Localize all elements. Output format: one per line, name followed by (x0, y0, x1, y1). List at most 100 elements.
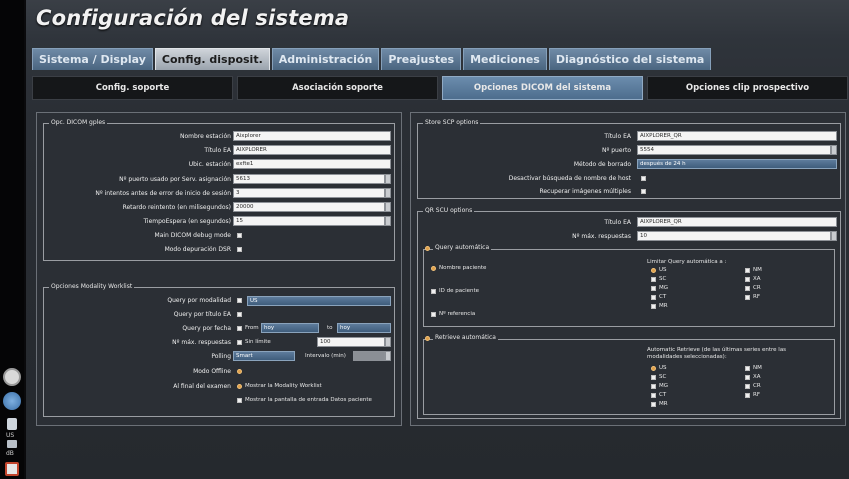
tab-sistema-display[interactable]: Sistema / Display (32, 48, 153, 70)
qa-mr-checkbox[interactable] (651, 304, 656, 309)
multiple-images-checkbox[interactable] (641, 189, 646, 194)
station-name-label: Nombre estación (179, 133, 231, 140)
qa-rf-label: RF (753, 294, 760, 300)
qr-scu-legend: QR SCU options (423, 207, 475, 214)
scp-ae-title-field[interactable]: AIXPLORER_QR (637, 131, 837, 141)
qa-mg-checkbox[interactable] (651, 286, 656, 291)
assoc-port-field[interactable]: 5613 (233, 174, 385, 184)
close-circle-icon[interactable] (3, 368, 21, 386)
qa-ct-label: CT (659, 294, 667, 300)
end-exam-worklist-label: Mostrar la Modality Worklist (245, 383, 322, 389)
qa-patient-id-radio[interactable] (431, 289, 436, 294)
offline-mode-toggle[interactable] (237, 369, 242, 374)
auto-retrieve-toggle[interactable] (425, 336, 430, 341)
timeout-field[interactable]: 15 (233, 216, 385, 226)
unlimited-checkbox[interactable] (237, 340, 242, 345)
timeout-stepper[interactable] (385, 216, 391, 226)
retries-field[interactable]: 3 (233, 188, 385, 198)
tab-preajustes[interactable]: Preajustes (381, 48, 462, 70)
polling-interval-stepper[interactable] (385, 351, 391, 361)
query-date-to-select[interactable]: hoy (337, 323, 391, 333)
station-name-field[interactable]: Aixplorer (233, 131, 391, 141)
sr-debug-checkbox[interactable] (237, 247, 242, 252)
subtab-asociacion-soporte[interactable]: Asociación soporte (237, 76, 438, 100)
globe-icon[interactable] (3, 392, 21, 410)
qa-rf-checkbox[interactable] (745, 295, 750, 300)
scp-port-stepper[interactable] (831, 145, 837, 155)
qa-us-checkbox[interactable] (651, 268, 656, 273)
query-date-to-label: to (327, 325, 333, 331)
subtab-config-soporte[interactable]: Config. soporte (32, 76, 233, 100)
ar-sc-checkbox[interactable] (651, 375, 656, 380)
ar-sc-label: SC (659, 374, 667, 380)
main-debug-checkbox[interactable] (237, 233, 242, 238)
retry-delay-stepper[interactable] (385, 202, 391, 212)
qa-nm-checkbox[interactable] (745, 268, 750, 273)
ar-mg-checkbox[interactable] (651, 384, 656, 389)
ae-title-field[interactable]: AIXPLORER (233, 145, 391, 155)
max-responses-field[interactable]: 100 (317, 337, 385, 347)
polling-interval-label: Intervalo (min) (305, 353, 346, 359)
qr-max-responses-stepper[interactable] (831, 231, 837, 241)
subtab-clip-prospectivo[interactable]: Opciones clip prospectivo (647, 76, 848, 100)
polling-interval-field[interactable] (353, 351, 385, 361)
retry-delay-field[interactable]: 20000 (233, 202, 385, 212)
tab-administracion[interactable]: Administración (271, 48, 380, 70)
speaker-icon[interactable] (7, 440, 17, 448)
ar-mr-checkbox[interactable] (651, 402, 656, 407)
ar-ct-checkbox[interactable] (651, 393, 656, 398)
multiple-images-label: Recuperar imágenes múltiples (539, 188, 631, 195)
tab-mediciones[interactable]: Mediciones (463, 48, 547, 70)
dock-label-us: US (6, 432, 15, 439)
qa-xa-checkbox[interactable] (745, 277, 750, 282)
end-exam-patient-radio[interactable] (237, 398, 242, 403)
auto-query-toggle[interactable] (425, 246, 430, 251)
qa-us-label: US (659, 267, 667, 273)
assoc-port-stepper[interactable] (385, 174, 391, 184)
ar-cr-checkbox[interactable] (745, 384, 750, 389)
ar-xa-checkbox[interactable] (745, 375, 750, 380)
subtab-dicom-options[interactable]: Opciones DICOM del sistema (442, 76, 643, 100)
disable-hostname-label: Desactivar búsqueda de nombre de host (508, 175, 631, 182)
query-modality-checkbox[interactable] (237, 298, 242, 303)
ar-nm-checkbox[interactable] (745, 366, 750, 371)
qa-patient-name-radio[interactable] (431, 266, 436, 271)
qa-sc-checkbox[interactable] (651, 277, 656, 282)
disable-hostname-checkbox[interactable] (641, 176, 646, 181)
retry-delay-label: Retardo reintento (en milisegundos) (122, 204, 231, 211)
qa-reference-radio[interactable] (431, 312, 436, 317)
main-debug-label: Main DICOM debug mode (154, 232, 231, 239)
scp-port-field[interactable]: 5554 (637, 145, 831, 155)
power-icon[interactable] (5, 462, 19, 476)
retries-stepper[interactable] (385, 188, 391, 198)
query-date-from-select[interactable]: hoy (261, 323, 319, 333)
end-exam-patient-label: Mostrar la pantalla de entrada Datos pac… (245, 397, 372, 403)
qr-max-responses-field[interactable]: 10 (637, 231, 831, 241)
ar-rf-label: RF (753, 392, 760, 398)
qa-ct-checkbox[interactable] (651, 295, 656, 300)
dicom-general-legend: Opc. DICOM gples (49, 119, 108, 126)
qr-ae-title-field[interactable]: AIXPLORER_QR (637, 217, 837, 227)
assoc-port-label: Nº puerto usado por Serv. asignación (119, 176, 231, 183)
max-responses-stepper[interactable] (385, 337, 391, 347)
query-ae-checkbox[interactable] (237, 312, 242, 317)
end-exam-worklist-radio[interactable] (237, 384, 242, 389)
ar-rf-checkbox[interactable] (745, 393, 750, 398)
polling-select[interactable]: Smart (233, 351, 295, 361)
station-location-field[interactable]: exfte1 (233, 159, 391, 169)
auto-query-legend: Query automática (433, 244, 492, 251)
tab-config-disposit[interactable]: Config. disposit. (154, 48, 270, 70)
delete-method-select[interactable]: después de 24 h (637, 159, 837, 169)
tab-diagnostico[interactable]: Diagnóstico del sistema (548, 48, 712, 70)
offline-mode-label: Modo Offline (193, 368, 231, 375)
query-date-checkbox[interactable] (237, 326, 242, 331)
ar-mr-label: MR (659, 401, 668, 407)
qa-limit-label: Limitar Query automática a : (647, 259, 727, 265)
probe-icon[interactable] (7, 418, 17, 430)
retries-label: Nº intentos antes de error de inicio de … (95, 190, 231, 197)
ar-us-checkbox[interactable] (651, 366, 656, 371)
query-modality-select[interactable]: US (247, 296, 391, 306)
qa-cr-checkbox[interactable] (745, 286, 750, 291)
left-dock: US dB (0, 0, 24, 479)
sub-tabs: Config. soporte Asociación soporte Opcio… (32, 76, 848, 100)
